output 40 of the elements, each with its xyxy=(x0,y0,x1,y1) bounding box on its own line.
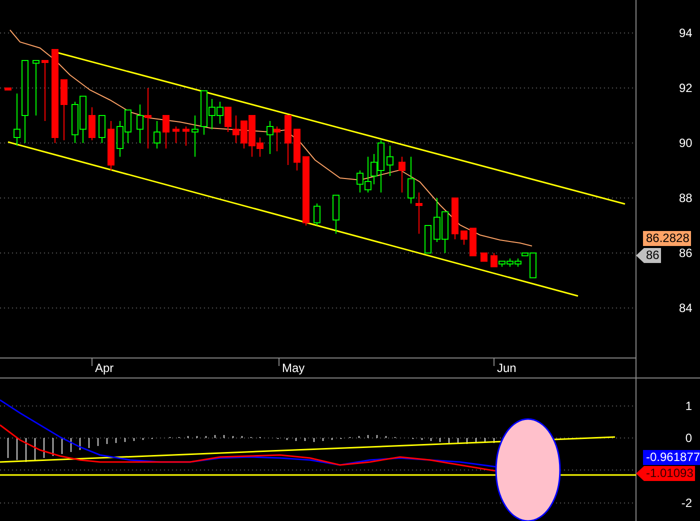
axis-label: 1 xyxy=(685,399,692,413)
candlestick xyxy=(192,115,198,158)
date-label: May xyxy=(282,361,305,375)
axis-label: 0 xyxy=(685,431,692,445)
axis-label: 88 xyxy=(679,191,692,205)
candlestick xyxy=(98,115,106,144)
date-label: Jun xyxy=(497,361,516,375)
price-tag: 86.2828 xyxy=(643,231,692,246)
candlestick xyxy=(182,126,190,146)
candlestick xyxy=(88,106,96,141)
axis-label: 84 xyxy=(679,301,692,315)
price-tag: 86 xyxy=(636,248,662,263)
axis-label: 94 xyxy=(679,26,692,40)
candlestick xyxy=(424,225,432,254)
candlestick xyxy=(154,120,160,149)
candlestick xyxy=(32,60,40,116)
candlestick xyxy=(172,126,180,144)
axis-label: 90 xyxy=(679,136,692,150)
axis-label: 92 xyxy=(679,81,692,95)
candlestick xyxy=(332,194,340,234)
candlestick xyxy=(162,115,170,149)
date-label: Apr xyxy=(95,361,114,375)
candlestick xyxy=(60,79,68,141)
candlestick xyxy=(386,145,394,176)
axis-label: -2 xyxy=(681,496,692,510)
candlestick xyxy=(284,115,292,166)
value-tag: -1.01093 xyxy=(636,466,696,481)
candlestick xyxy=(460,230,468,246)
candlestick xyxy=(294,128,300,171)
candlestick xyxy=(4,88,12,90)
candlestick xyxy=(480,252,488,262)
value-tag: -0.961877 xyxy=(643,450,700,465)
candlestick xyxy=(314,203,320,226)
candlestick xyxy=(302,156,310,226)
candlestick xyxy=(470,228,476,256)
candlestick xyxy=(398,156,406,193)
candlestick xyxy=(108,120,114,171)
candlestick xyxy=(452,198,458,240)
axis-label: 86 xyxy=(679,246,692,260)
candlestick xyxy=(42,60,48,122)
